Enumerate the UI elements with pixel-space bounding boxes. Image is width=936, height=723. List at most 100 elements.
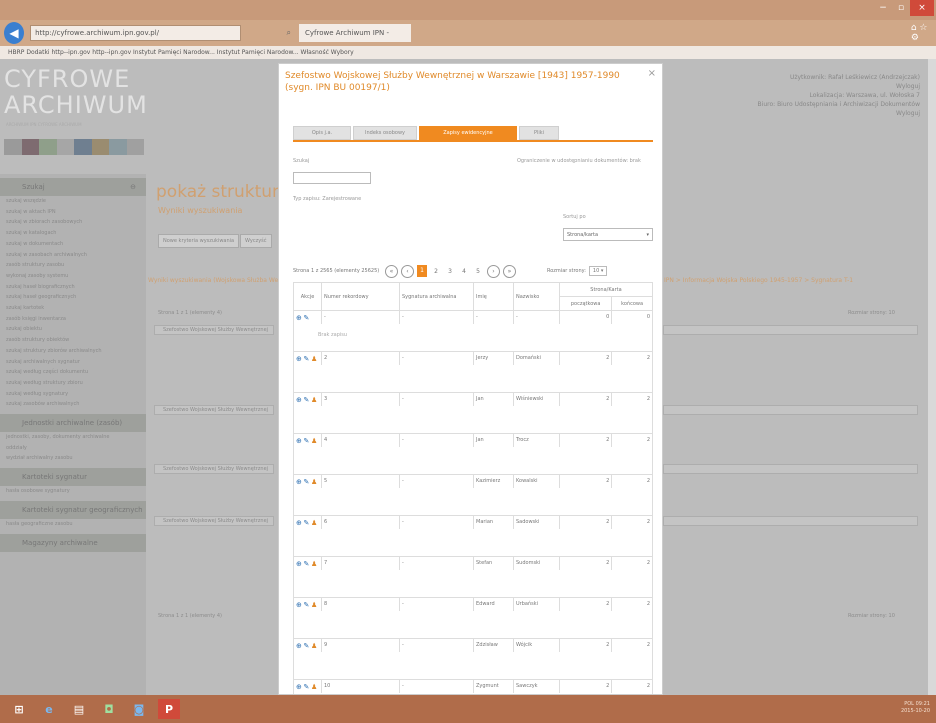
- search-icon[interactable]: ⌕: [287, 28, 291, 38]
- expand-icon[interactable]: ⊕: [296, 560, 302, 568]
- person-icon[interactable]: ♟: [311, 560, 317, 568]
- col-first-name[interactable]: Imię: [473, 282, 514, 311]
- minimize-button[interactable]: −: [874, 0, 892, 16]
- sidebar-item[interactable]: zasób struktury zasobu: [0, 260, 146, 271]
- tab-records[interactable]: Zapisy ewidencyjne: [419, 126, 517, 140]
- back-button[interactable]: ◀: [4, 22, 25, 44]
- sidebar-storage-header[interactable]: Magazyny archiwalne: [0, 533, 146, 552]
- col-last-name[interactable]: Nazwisko: [513, 282, 560, 311]
- page-button-1[interactable]: 1: [417, 265, 427, 277]
- person-icon[interactable]: ♟: [311, 396, 317, 404]
- sidebar-item[interactable]: szukaj zasobów archiwalnych: [0, 399, 146, 410]
- search-input[interactable]: [293, 172, 371, 184]
- expand-icon[interactable]: ⊕: [296, 437, 302, 445]
- sidebar-item[interactable]: szukaj obiektu: [0, 324, 146, 335]
- row-actions[interactable]: ⊕ ✎ ♟: [293, 679, 322, 693]
- edit-icon[interactable]: ✎: [303, 601, 309, 609]
- bg-page-size[interactable]: Rozmiar strony: 10: [848, 310, 895, 316]
- sidebar-item[interactable]: szukaj według struktury zbioru: [0, 378, 146, 389]
- sidebar-item[interactable]: szukaj archiwalnych sygnatur: [0, 357, 146, 368]
- powerpoint-icon[interactable]: P: [158, 699, 180, 719]
- result-row[interactable]: Szefostwo Wojskowej Służby Wewnętrznej: [154, 464, 274, 474]
- person-icon[interactable]: ♟: [311, 437, 317, 445]
- row-actions[interactable]: ⊕ ✎ ♟: [293, 638, 322, 652]
- col-actions[interactable]: Akcje: [293, 282, 322, 311]
- row-actions[interactable]: ⊕ ✎ ♟: [293, 433, 322, 447]
- edit-icon[interactable]: ✎: [303, 437, 309, 445]
- col-end[interactable]: końcowa: [611, 296, 653, 311]
- row-actions[interactable]: ⊕ ✎ ♟: [293, 597, 322, 611]
- system-tray[interactable]: POL 09:21 2015-10-20: [901, 701, 930, 715]
- sidebar-item[interactable]: szukaj haseł biograficznych: [0, 282, 146, 293]
- edit-icon[interactable]: ✎: [303, 355, 309, 363]
- page-size-select[interactable]: 10 ▾: [588, 266, 608, 276]
- browser-icon[interactable]: e: [38, 699, 60, 719]
- page-button-2[interactable]: 2: [431, 268, 441, 275]
- url-input[interactable]: http://cyfrowe.archiwum.ipn.gov.pl/: [30, 25, 241, 41]
- clear-button[interactable]: Wyczyść: [240, 234, 272, 248]
- col-record-no[interactable]: Numer rekordowy: [321, 282, 400, 311]
- table-row[interactable]: ⊕ ✎ ♟ 10- Zygmunt Sawczyk 2 2: [293, 679, 653, 693]
- outlook-icon[interactable]: ◙: [128, 699, 150, 719]
- page-button-3[interactable]: 3: [445, 268, 455, 275]
- sidebar-cards-header[interactable]: Kartoteki sygnatur: [0, 468, 146, 487]
- sidebar-item[interactable]: oddziały: [0, 443, 146, 454]
- row-actions[interactable]: ⊕ ✎: [293, 310, 322, 324]
- page-button-4[interactable]: 4: [459, 268, 469, 275]
- edit-icon[interactable]: ✎: [303, 560, 309, 568]
- table-row[interactable]: ⊕ ✎ ---- 00: [293, 310, 653, 324]
- sidebar-item[interactable]: szukaj według sygnatury: [0, 389, 146, 400]
- next-page-button[interactable]: ›: [487, 264, 500, 278]
- table-row[interactable]: ⊕ ✎ ♟ 5- Kazimierz Kowalski 2 2: [293, 474, 653, 488]
- person-icon[interactable]: ♟: [311, 355, 317, 363]
- expand-icon[interactable]: ⊕: [296, 642, 302, 650]
- maximize-button[interactable]: ▫: [892, 0, 910, 16]
- expand-icon[interactable]: ⊕: [296, 314, 302, 322]
- app-icon[interactable]: ◘: [98, 699, 120, 719]
- sidebar-item[interactable]: hasła osobowe sygnatury: [0, 486, 146, 497]
- favorites-bar[interactable]: HBRP Dodatki http--ipn.gov http--ipn.gov…: [0, 46, 936, 59]
- table-row[interactable]: ⊕ ✎ ♟ 2- Jerzy Domański 2 2: [293, 351, 653, 365]
- sidebar-item[interactable]: szukaj kartotek: [0, 303, 146, 314]
- explorer-icon[interactable]: ▤: [68, 699, 90, 719]
- tab-description[interactable]: Opis j.a.: [293, 126, 351, 140]
- person-icon[interactable]: ♟: [311, 642, 317, 650]
- close-icon[interactable]: ×: [648, 68, 656, 79]
- expand-icon[interactable]: ⊕: [296, 683, 302, 691]
- sidebar-item[interactable]: szukaj w aktach IPN: [0, 207, 146, 218]
- sidebar-search-header[interactable]: Szukaj ⊖: [0, 178, 146, 196]
- first-page-button[interactable]: «: [385, 264, 398, 278]
- row-actions[interactable]: ⊕ ✎ ♟: [293, 556, 322, 570]
- sidebar-item[interactable]: wydział archiwalny zasobu: [0, 453, 146, 464]
- result-row[interactable]: Szefostwo Wojskowej Służby Wewnętrznej: [154, 405, 274, 415]
- row-actions[interactable]: ⊕ ✎ ♟: [293, 351, 322, 365]
- tab-files[interactable]: Pliki: [519, 126, 559, 140]
- expand-icon[interactable]: ⊕: [296, 355, 302, 363]
- sidebar-item[interactable]: szukaj struktury zbiorów archiwalnych: [0, 346, 146, 357]
- edit-icon[interactable]: ✎: [303, 396, 309, 404]
- expand-icon[interactable]: ⊕: [296, 519, 302, 527]
- sort-select[interactable]: Strona/karta ▾: [563, 228, 653, 241]
- last-page-button[interactable]: »: [503, 264, 516, 278]
- sidebar-units-header[interactable]: Jednostki archiwalne (zasób): [0, 414, 146, 433]
- home-icon[interactable]: ⌂ ☆ ⚙: [911, 23, 936, 43]
- edit-icon[interactable]: ✎: [303, 478, 309, 486]
- col-start[interactable]: początkowa: [558, 296, 613, 311]
- start-icon[interactable]: ⊞: [8, 699, 30, 719]
- expand-icon[interactable]: ⊕: [296, 601, 302, 609]
- result-row[interactable]: Szefostwo Wojskowej Służby Wewnętrznej: [154, 325, 274, 335]
- table-row[interactable]: ⊕ ✎ ♟ 3- Jan Wiśniewski 2 2: [293, 392, 653, 406]
- user-info-line[interactable]: Wyloguj: [700, 82, 920, 91]
- sidebar-geo-header[interactable]: Kartoteki sygnatur geograficznych: [0, 500, 146, 519]
- person-icon[interactable]: ♟: [311, 519, 317, 527]
- browser-tab[interactable]: Cyfrowe Archiwum IPN -: [298, 24, 411, 42]
- tab-person-index[interactable]: Indeks osobowy: [353, 126, 417, 140]
- user-info-line[interactable]: Wyloguj: [700, 109, 920, 118]
- edit-icon[interactable]: ✎: [303, 519, 309, 527]
- new-search-button[interactable]: Nowe kryteria wyszukiwania: [158, 234, 240, 248]
- table-row[interactable]: ⊕ ✎ ♟ 8- Edward Urbański 2 2: [293, 597, 653, 611]
- sidebar-item[interactable]: szukaj wszędzie: [0, 196, 146, 207]
- person-icon[interactable]: ♟: [311, 683, 317, 691]
- result-row[interactable]: Szefostwo Wojskowej Służby Wewnętrznej: [154, 516, 274, 526]
- prev-page-button[interactable]: ‹: [401, 264, 414, 278]
